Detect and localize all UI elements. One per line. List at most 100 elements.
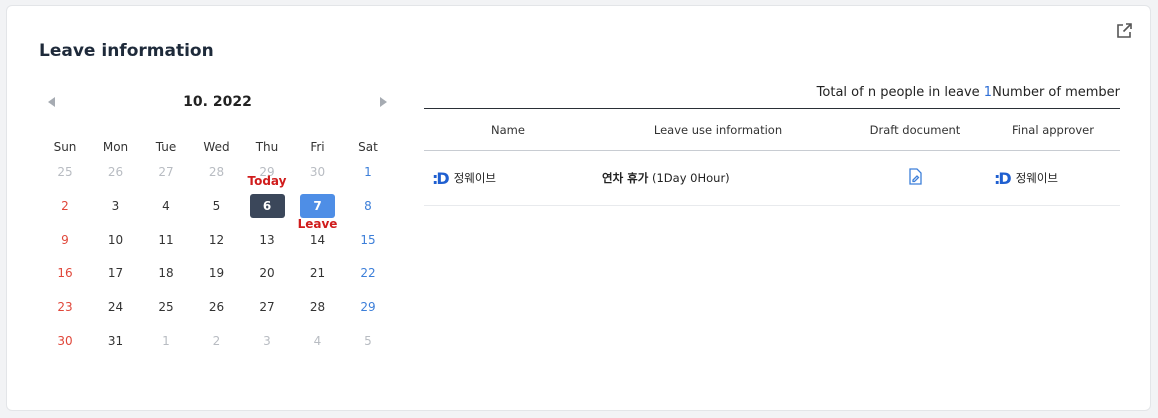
calendar-day[interactable]: 30 <box>40 329 90 353</box>
day-label: 15 <box>360 232 376 247</box>
col-leave-info: Leave use information <box>592 108 844 151</box>
day-label: 29 <box>360 300 376 315</box>
calendar-day[interactable]: 8 <box>343 194 393 218</box>
calendar-day[interactable]: 22 <box>343 261 393 285</box>
day-label: 1 <box>162 334 170 348</box>
calendar-day[interactable]: 13 <box>242 228 292 252</box>
calendar-day[interactable]: 3 <box>91 194 141 218</box>
name-cell: :D 정웨이브 <box>424 150 592 206</box>
col-name: Name <box>424 108 592 151</box>
day-label: 24 <box>107 300 124 315</box>
calendar-day[interactable]: 12 <box>192 228 242 252</box>
calendar-day[interactable]: 1 <box>141 329 191 353</box>
calendar-day[interactable]: 20 <box>242 261 292 285</box>
calendar-day[interactable]: 28 <box>293 295 343 319</box>
day-label: 14 <box>309 232 326 247</box>
day-label: 2 <box>212 334 221 348</box>
weekday-sun: Sun <box>53 140 77 154</box>
calendar-day[interactable]: 24 <box>91 295 141 319</box>
calendar-day[interactable]: 29 <box>343 295 393 319</box>
day-label: 6 <box>249 193 285 218</box>
day-label: 21 <box>309 266 326 281</box>
calendar-day[interactable]: 2 <box>40 194 90 218</box>
calendar-day[interactable]: 10 <box>91 228 141 252</box>
company-logo-icon: :D <box>432 168 450 188</box>
calendar-day[interactable]: 27 <box>242 295 292 319</box>
calendar-day[interactable]: 14 <box>293 228 343 252</box>
weekday-fri: Fri <box>310 140 325 154</box>
calendar-day[interactable]: 1 <box>343 160 393 184</box>
day-label: 19 <box>208 266 225 281</box>
calendar-day[interactable]: 17 <box>91 261 141 285</box>
day-label: 9 <box>61 232 69 247</box>
calendar-day[interactable]: 26 <box>192 295 242 319</box>
day-label: 3 <box>111 198 120 213</box>
calendar-day[interactable]: 25 <box>141 295 191 319</box>
day-label: 30 <box>57 334 73 348</box>
col-draft: Draft document <box>844 108 986 151</box>
day-label: 5 <box>212 198 221 213</box>
leave-type: 연차 휴가 <box>602 171 649 185</box>
day-label: 26 <box>208 300 225 315</box>
day-label: 28 <box>309 300 326 315</box>
calendar-day[interactable]: 19 <box>192 261 242 285</box>
day-label: 1 <box>364 165 372 179</box>
day-label: 22 <box>360 266 376 281</box>
calendar-day[interactable]: 21 <box>293 261 343 285</box>
day-label: 12 <box>208 232 225 247</box>
calendar-day[interactable]: 15 <box>343 228 393 252</box>
leave-table: Name Leave use information Draft documen… <box>424 108 1120 206</box>
calendar-day[interactable]: 26 <box>91 160 141 184</box>
calendar-day[interactable]: 25 <box>40 160 90 184</box>
calendar-day[interactable]: 5 <box>192 194 242 218</box>
approver-name: 정웨이브 <box>1015 171 1059 185</box>
calendar-day[interactable]: 18 <box>141 261 191 285</box>
day-label: 31 <box>107 334 124 348</box>
day-label: 5 <box>364 334 372 348</box>
summary-suffix: Number of member <box>992 85 1120 100</box>
day-label: 17 <box>107 266 124 281</box>
calendar-day[interactable]: 27 <box>141 160 191 184</box>
calendar-day[interactable]: 16 <box>40 261 90 285</box>
calendar-day[interactable]: 4 <box>141 194 191 218</box>
day-label: 4 <box>162 198 170 213</box>
today-tag: Today <box>247 173 287 188</box>
day-label: 28 <box>208 165 225 179</box>
approver-cell: :D 정웨이브 <box>986 150 1120 206</box>
weekday-row: Sun Mon Tue Wed Thu Fri Sat <box>40 140 395 160</box>
day-label: 27 <box>158 165 174 179</box>
month-label: 10. 2022 <box>183 94 252 110</box>
calendar-day[interactable]: 5 <box>343 329 393 353</box>
calendar-header: 10. 2022 <box>40 92 395 116</box>
day-label: 8 <box>364 198 372 213</box>
calendar-day[interactable]: 3 <box>242 329 292 353</box>
day-label: 4 <box>313 334 322 348</box>
day-label: 25 <box>158 300 174 315</box>
day-label: 18 <box>158 266 174 281</box>
calendar-day[interactable]: 6 <box>242 193 292 218</box>
company-logo-icon: :D <box>994 168 1012 188</box>
day-label: 23 <box>57 300 73 315</box>
calendar-day[interactable]: 9 <box>40 228 90 252</box>
calendar-day[interactable]: 11 <box>141 228 191 252</box>
day-label: 2 <box>61 198 69 213</box>
day-label: 27 <box>259 300 275 315</box>
day-label: 3 <box>263 334 271 348</box>
calendar-day[interactable]: 4 <box>293 329 343 353</box>
chevron-right-icon[interactable] <box>380 97 387 107</box>
summary-count: 1 <box>983 85 993 100</box>
calendar-day[interactable]: 7 <box>293 193 343 218</box>
external-link-icon[interactable] <box>1115 22 1133 40</box>
leave-info-cell: 연차 휴가 (1Day 0Hour) <box>592 150 844 206</box>
calendar-day[interactable]: 31 <box>91 329 141 353</box>
card-title: Leave information <box>39 41 214 61</box>
calendar-grid: 25 26 27 28 29 30 1 2 3 4 5 6 7 8 9 10 11 12 13 14 15 16 17 18 1… <box>40 160 395 380</box>
day-label: 30 <box>309 165 326 179</box>
calendar-day[interactable]: 2 <box>192 329 242 353</box>
calendar-day[interactable]: 23 <box>40 295 90 319</box>
leave-summary: Total of n people in leave 1Number of me… <box>424 84 1120 108</box>
calendar-day[interactable]: 30 <box>293 160 343 184</box>
document-edit-icon[interactable] <box>907 167 923 186</box>
day-label: 11 <box>158 232 174 247</box>
calendar-day[interactable]: 28 <box>192 160 242 184</box>
